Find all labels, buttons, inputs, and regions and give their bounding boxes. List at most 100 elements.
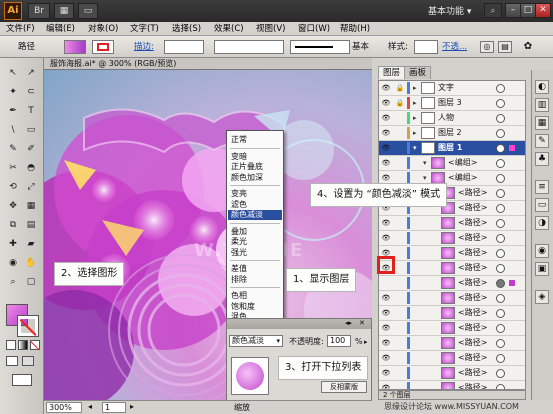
selection-tool-icon[interactable]: ↖ xyxy=(5,66,21,80)
layer-name[interactable]: <路径> xyxy=(458,337,487,349)
layer-name[interactable]: 人物 xyxy=(438,112,454,124)
workspace-switcher[interactable]: 基本功能 ▾ xyxy=(428,4,471,17)
target-circle-icon[interactable] xyxy=(496,129,505,138)
target-circle-icon[interactable] xyxy=(496,219,505,228)
gradient-mode-icon[interactable] xyxy=(18,340,28,350)
pen-tool-icon[interactable]: ✒ xyxy=(5,104,21,118)
close-button[interactable]: ✕ xyxy=(535,3,551,18)
pencil-tool-icon[interactable]: ✐ xyxy=(23,142,39,156)
target-circle-icon[interactable] xyxy=(496,354,505,363)
target-circle-icon[interactable] xyxy=(496,99,505,108)
visibility-eye-icon[interactable]: 👁 xyxy=(381,293,391,303)
layer-row[interactable]: 👁 ▸ 图层 2 xyxy=(379,126,525,141)
magic-wand-tool-icon[interactable]: ✦ xyxy=(5,85,21,99)
blend-mode-select[interactable]: 颜色减淡 ▾ xyxy=(229,335,283,347)
menu-view[interactable]: 视图(V) xyxy=(256,22,285,36)
gradient-panel-icon[interactable]: ▭ xyxy=(535,198,549,212)
color-panel-icon[interactable]: ◐ xyxy=(535,80,549,94)
layer-name[interactable]: <路径> xyxy=(458,217,487,229)
scissors-tool-icon[interactable]: ✂ xyxy=(5,161,21,175)
layer-name[interactable]: <路径> xyxy=(458,232,487,244)
layer-name[interactable]: <路径> xyxy=(458,277,487,289)
transparency-panel-header[interactable]: ◂▸ ✕ xyxy=(227,319,371,329)
layer-row[interactable]: 👁 <路径> xyxy=(379,306,525,321)
expand-triangle-icon[interactable]: ▾ xyxy=(423,158,427,168)
blend-mode-option[interactable]: 差值 xyxy=(231,264,247,274)
tab-artboards[interactable]: 画板 xyxy=(404,66,432,79)
blend-mode-option[interactable]: 颜色加深 xyxy=(231,173,263,183)
opacity-stepper-icon[interactable]: ▸ xyxy=(364,337,368,347)
expand-triangle-icon[interactable]: ▾ xyxy=(413,143,417,153)
stroke-color-swatch[interactable] xyxy=(17,315,39,337)
maximize-button[interactable]: □ xyxy=(520,3,536,18)
lasso-tool-icon[interactable]: ⊂ xyxy=(23,85,39,99)
target-circle-icon[interactable] xyxy=(496,84,505,93)
target-circle-icon[interactable] xyxy=(496,144,505,153)
transparency-panel-icon[interactable]: ◑ xyxy=(535,216,549,230)
layer-row[interactable]: <路径> xyxy=(379,276,525,291)
visibility-eye-icon[interactable]: 👁 xyxy=(381,143,391,153)
blend-mode-option[interactable]: 滤色 xyxy=(231,200,247,210)
screen-mode-icon[interactable] xyxy=(12,374,32,386)
opacity-link[interactable]: 不透... xyxy=(442,41,467,53)
target-circle-icon[interactable] xyxy=(496,234,505,243)
screen-mode-button[interactable]: ▭ xyxy=(78,3,98,19)
target-circle-icon[interactable] xyxy=(496,309,505,318)
blend-mode-option[interactable]: 变暗 xyxy=(231,152,247,162)
symbols-icon[interactable]: ♣ xyxy=(535,152,549,166)
layer-row[interactable]: 👁 <路径> xyxy=(379,366,525,381)
layer-name[interactable]: 图层 2 xyxy=(438,127,462,139)
stroke-panel-icon[interactable]: ≡ xyxy=(535,180,549,194)
bridge-button[interactable]: Br xyxy=(28,3,50,19)
zoom-field[interactable]: 300% xyxy=(46,402,82,413)
appearance-icon[interactable]: ◉ xyxy=(535,244,549,258)
layer-row[interactable]: 👁 <路径> xyxy=(379,351,525,366)
search-icon[interactable]: ⌕ xyxy=(484,3,502,18)
layer-name[interactable]: <路径> xyxy=(458,352,487,364)
lock-icon[interactable]: 🔒 xyxy=(395,98,405,108)
visibility-eye-icon[interactable] xyxy=(381,278,391,288)
target-circle-icon[interactable] xyxy=(496,294,505,303)
visibility-eye-icon[interactable]: 👁 xyxy=(381,218,391,228)
target-circle-icon[interactable] xyxy=(496,264,505,273)
visibility-eye-icon[interactable]: 👁 xyxy=(381,233,391,243)
target-circle-icon[interactable] xyxy=(496,249,505,258)
layer-row[interactable]: 👁 <路径> xyxy=(379,336,525,351)
draw-normal-icon[interactable] xyxy=(6,356,18,366)
menu-help[interactable]: 帮助(H) xyxy=(340,22,370,36)
blend-mode-option[interactable]: 正片叠底 xyxy=(231,162,263,172)
scale-tool-icon[interactable]: ⤢ xyxy=(23,180,39,194)
rotate-tool-icon[interactable]: ⟲ xyxy=(5,180,21,194)
layer-name[interactable]: <路径> xyxy=(458,367,487,379)
graphic-style-dropdown[interactable] xyxy=(414,40,438,54)
invert-mask-checkbox[interactable]: 反相蒙版 xyxy=(321,381,367,393)
direct-selection-tool-icon[interactable]: ↗ xyxy=(23,66,39,80)
layer-name[interactable]: 图层 3 xyxy=(438,97,462,109)
visibility-eye-icon[interactable]: 👁 xyxy=(381,83,391,93)
layer-name[interactable]: <路径> xyxy=(458,307,487,319)
target-circle-icon[interactable] xyxy=(496,204,505,213)
symbol-sprayer-tool-icon[interactable]: ⧉ xyxy=(5,218,21,232)
next-artboard-icon[interactable]: ▸ xyxy=(130,402,134,411)
stroke-swatch[interactable] xyxy=(92,40,114,54)
color-guide-icon[interactable]: ▥ xyxy=(535,98,549,112)
eyedropper-tool-icon[interactable]: ◉ xyxy=(5,256,21,270)
layer-row[interactable]: 👁 <路径> xyxy=(379,291,525,306)
blend-mode-option[interactable]: 饱和度 xyxy=(231,302,255,312)
expand-triangle-icon[interactable]: ▾ xyxy=(423,173,427,183)
target-circle-icon[interactable] xyxy=(496,324,505,333)
expand-triangle-icon[interactable]: ▸ xyxy=(413,128,417,138)
layer-name[interactable]: 图层 1 xyxy=(438,142,462,154)
layer-row[interactable]: 👁 <路径> xyxy=(379,381,525,389)
layer-name[interactable]: <路径> xyxy=(458,202,487,214)
menu-edit[interactable]: 编辑(E) xyxy=(46,22,75,36)
selection-indicator[interactable] xyxy=(509,145,515,151)
artboard-tool-icon[interactable]: ▢ xyxy=(23,275,39,289)
swatches-icon[interactable]: ▦ xyxy=(535,116,549,130)
none-mode-icon[interactable] xyxy=(30,340,40,351)
target-circle-icon[interactable] xyxy=(496,339,505,348)
align-icon[interactable]: ▤ xyxy=(498,41,512,53)
rectangle-tool-icon[interactable]: ▭ xyxy=(23,123,39,137)
layer-row[interactable]: 👁 ▾ 图层 1 xyxy=(379,141,525,156)
layer-row[interactable]: 👁 ▾ <编组> xyxy=(379,156,525,171)
